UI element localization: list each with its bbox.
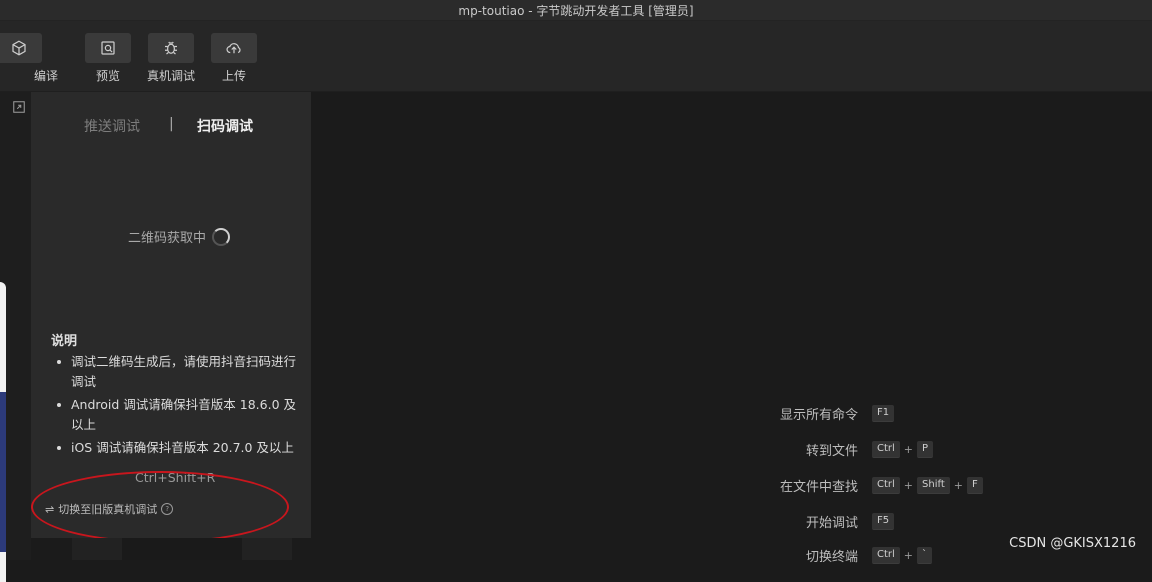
key-cap: Ctrl xyxy=(872,441,900,458)
cube-icon xyxy=(12,40,26,56)
shortcut-row: 显示所有命令 F1 xyxy=(748,404,895,423)
under-panel-area xyxy=(72,538,292,560)
key-plus: + xyxy=(903,443,914,456)
key-cap: ` xyxy=(917,547,933,564)
tab-push-debug[interactable]: 推送调试 xyxy=(84,116,140,136)
key-cap: P xyxy=(917,441,934,458)
shortcut-row: 转到文件 Ctrl + P xyxy=(748,440,934,459)
upload-label: 上传 xyxy=(221,69,246,83)
key-plus: + xyxy=(903,479,914,492)
shortcut-label: 切换终端 xyxy=(805,550,858,565)
expand-icon[interactable] xyxy=(12,100,26,114)
cloud-upload-icon xyxy=(226,43,241,54)
title-bar: mp-toutiao - 字节跳动开发者工具 [管理员] xyxy=(0,0,1152,21)
preview-label: 预览 xyxy=(95,69,120,83)
compile-button[interactable] xyxy=(0,33,42,63)
notes-title: 说明 xyxy=(51,334,78,349)
key-plus: + xyxy=(903,549,914,562)
tab-scan-debug[interactable]: 扫码调试 xyxy=(197,116,253,136)
debug-tabs: 推送调试 | 扫码调试 xyxy=(31,116,311,138)
shortcut-row: 开始调试 F5 xyxy=(748,512,895,531)
under-panel-shadow xyxy=(122,538,242,560)
device-debug-button[interactable] xyxy=(148,33,194,63)
tab-separator: | xyxy=(169,116,174,132)
shortcut-row: 在文件中查找 Ctrl + Shift + F xyxy=(748,476,983,495)
compile-label: 编译 xyxy=(33,69,58,83)
qr-code-status: 二维码获取中 xyxy=(128,227,231,246)
list-item: iOS 调试请确保抖音版本 20.7.0 及以上 xyxy=(51,438,301,458)
annotation-ellipse xyxy=(31,471,289,543)
key-cap: F5 xyxy=(872,513,895,530)
key-cap: Ctrl xyxy=(872,477,900,494)
shortcut-label: 在文件中查找 xyxy=(779,480,858,495)
device-debug-label: 真机调试 xyxy=(146,69,195,83)
window-title: mp-toutiao - 字节跳动开发者工具 [管理员] xyxy=(458,4,694,18)
list-item: Android 调试请确保抖音版本 18.6.0 及以上 xyxy=(51,395,301,435)
shortcut-label: 开始调试 xyxy=(805,516,858,531)
notes-list: 调试二维码生成后，请使用抖音扫码进行调试 Android 调试请确保抖音版本 1… xyxy=(51,352,301,461)
key-cap: Ctrl xyxy=(872,547,900,564)
shortcut-row: 切换终端 Ctrl + ` xyxy=(748,546,933,565)
qr-status-text: 二维码获取中 xyxy=(128,231,207,246)
key-cap: F1 xyxy=(872,405,895,422)
loading-spinner-icon xyxy=(212,227,231,246)
shortcut-label: 显示所有命令 xyxy=(779,408,858,423)
search-doc-icon xyxy=(101,41,115,55)
preview-button[interactable] xyxy=(85,33,131,63)
key-plus: + xyxy=(953,479,963,492)
toolbar: 编译 预览 真机调试 上传 xyxy=(0,21,1152,92)
shortcut-label: 转到文件 xyxy=(805,444,858,459)
key-cap: F xyxy=(966,477,983,494)
key-cap: Shift xyxy=(917,477,950,494)
upload-button[interactable] xyxy=(211,33,257,63)
list-item: 调试二维码生成后，请使用抖音扫码进行调试 xyxy=(51,352,301,392)
watermark: CSDN @GKISX1216 xyxy=(1009,536,1136,551)
bug-icon xyxy=(165,41,177,55)
simulator-preview-content xyxy=(0,392,6,552)
simulator-strip xyxy=(0,92,31,582)
